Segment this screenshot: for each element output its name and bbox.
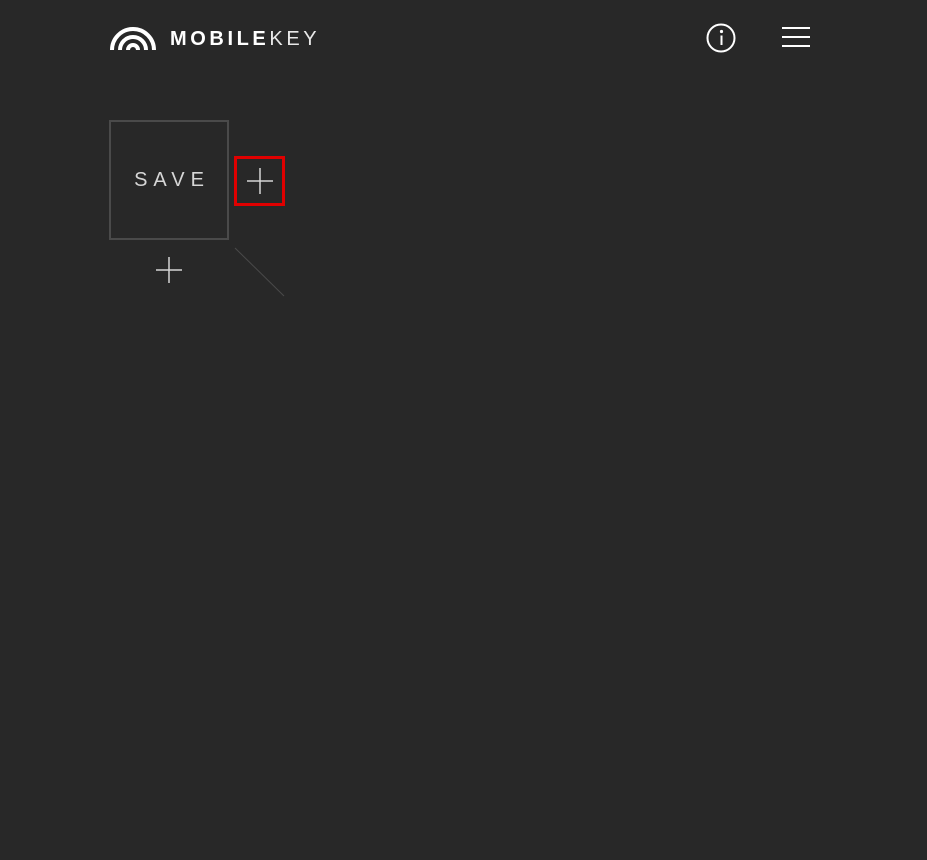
menu-button[interactable] — [780, 26, 812, 50]
diagonal-connector-line — [234, 247, 285, 297]
brand-name: MOBILEKEY — [170, 27, 320, 51]
app-root: MOBILEKEY SAVE — [0, 0, 927, 860]
add-key-right-button[interactable] — [234, 156, 285, 206]
plus-icon — [156, 257, 182, 283]
brand-logo[interactable]: MOBILEKEY — [110, 26, 320, 52]
info-circle-icon — [706, 23, 736, 53]
brand-name-secondary: KEY — [269, 28, 321, 50]
save-tile[interactable]: SAVE — [109, 120, 229, 240]
hamburger-menu-icon — [782, 27, 810, 47]
info-button[interactable] — [705, 22, 737, 54]
plus-icon — [246, 168, 273, 194]
save-label: SAVE — [134, 168, 210, 191]
add-key-below-button[interactable] — [153, 254, 185, 286]
rainbow-arc-icon — [110, 27, 156, 51]
brand-name-primary: MOBILE — [170, 28, 270, 50]
